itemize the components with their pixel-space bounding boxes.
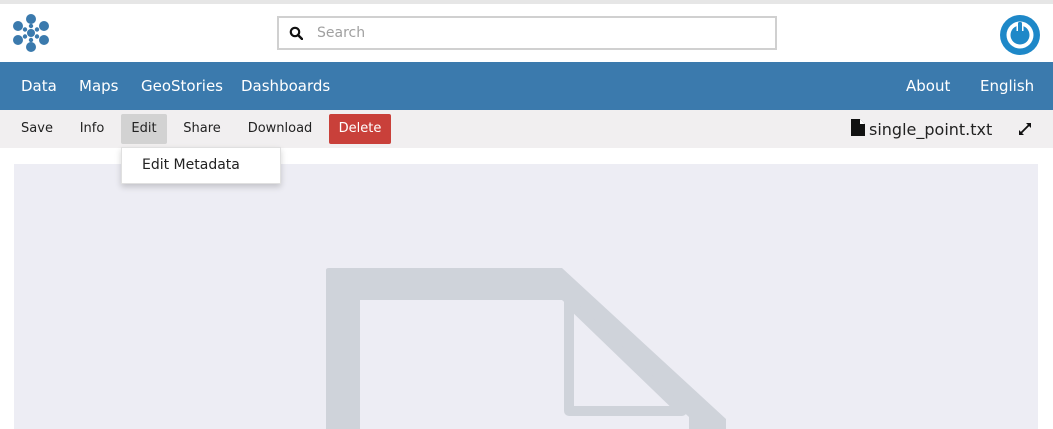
main-navbar: Data Maps GeoStories Dashboards About En…	[0, 62, 1053, 110]
edit-metadata-menu-item[interactable]: Edit Metadata	[122, 148, 280, 183]
power-icon[interactable]	[999, 14, 1041, 56]
geonode-logo-icon[interactable]	[10, 12, 52, 54]
resource-title: single_point.txt	[851, 114, 992, 144]
search-icon	[279, 18, 313, 48]
header: Search	[0, 4, 1053, 62]
nav-item-about[interactable]: About	[906, 62, 950, 110]
file-placeholder-icon	[326, 268, 726, 429]
search-box[interactable]: Search	[277, 16, 777, 50]
edit-dropdown-menu: Edit Metadata	[121, 147, 281, 184]
download-button[interactable]: Download	[240, 114, 320, 144]
resource-toolbar: Save Info Edit Share Download Delete sin…	[0, 110, 1053, 148]
language-selector[interactable]: English	[980, 62, 1034, 110]
search-input[interactable]: Search	[313, 25, 365, 41]
nav-item-geostories[interactable]: GeoStories	[141, 62, 223, 110]
file-name: single_point.txt	[869, 119, 993, 139]
info-button[interactable]: Info	[70, 114, 114, 144]
expand-icon[interactable]	[1015, 119, 1035, 139]
delete-button[interactable]: Delete	[329, 114, 391, 144]
nav-item-maps[interactable]: Maps	[79, 62, 118, 110]
nav-item-dashboards[interactable]: Dashboards	[241, 62, 330, 110]
edit-button[interactable]: Edit	[121, 114, 167, 144]
share-button[interactable]: Share	[176, 114, 228, 144]
file-preview	[14, 164, 1038, 429]
nav-item-data[interactable]: Data	[21, 62, 57, 110]
file-icon	[851, 118, 865, 140]
save-button[interactable]: Save	[14, 114, 60, 144]
